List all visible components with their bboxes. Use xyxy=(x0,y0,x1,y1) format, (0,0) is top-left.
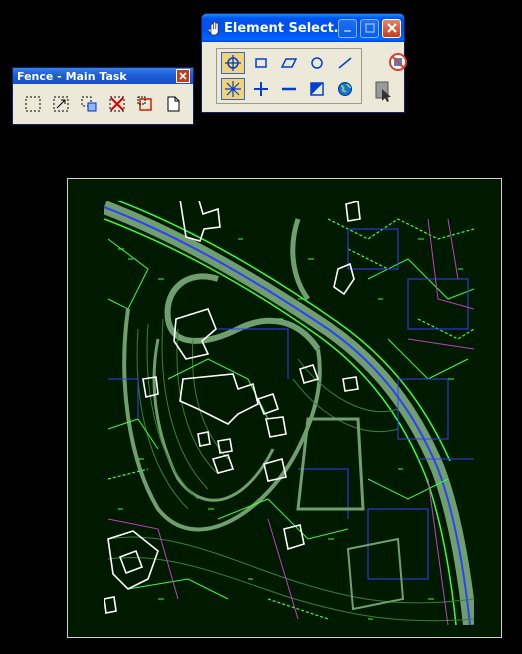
shape-mode-icon xyxy=(280,58,298,68)
selection-mode-group xyxy=(216,48,362,104)
hand-pointer-icon xyxy=(207,21,219,36)
selection-method-row xyxy=(219,77,359,101)
clear-selection-button[interactable] xyxy=(386,51,410,73)
add-to-selection-button[interactable] xyxy=(249,78,273,100)
fence-toolbox-title: Fence - Main Task xyxy=(17,69,127,83)
invert-selection-button[interactable] xyxy=(305,78,329,100)
pointer-button[interactable] xyxy=(372,81,396,103)
place-fence-icon xyxy=(25,96,41,112)
modify-fence-icon xyxy=(53,96,69,112)
drop-fence-button[interactable] xyxy=(133,93,157,115)
element-selection-title: Element Select… xyxy=(224,20,338,36)
circle-mode-icon xyxy=(311,57,323,69)
fence-tool-row xyxy=(13,84,193,116)
element-selection-body xyxy=(202,42,423,104)
select-element-icon xyxy=(225,55,241,71)
clear-selection-icon xyxy=(389,53,407,71)
file-fence-button[interactable] xyxy=(161,93,185,115)
pointer-row xyxy=(370,80,426,104)
rectangle-mode-button[interactable] xyxy=(249,52,273,74)
chevron-down-icon xyxy=(413,89,423,95)
subtract-from-selection-icon xyxy=(282,87,296,91)
drop-fence-icon xyxy=(137,96,152,111)
element-selection-toolbox: Element Select… xyxy=(201,13,423,113)
drawing-view[interactable] xyxy=(67,178,502,638)
delete-fence-button[interactable] xyxy=(105,93,129,115)
close-icon xyxy=(179,72,187,80)
shape-mode-button[interactable] xyxy=(277,52,301,74)
fence-toolbox-close-button[interactable] xyxy=(176,69,190,83)
cad-map-drawing xyxy=(104,201,474,625)
fence-toolbox: Fence - Main Task xyxy=(12,67,194,125)
modify-fence-button[interactable] xyxy=(49,93,73,115)
pointer-icon xyxy=(375,81,391,102)
manipulate-fence-icon xyxy=(81,96,97,112)
shape-mode-row xyxy=(219,51,359,75)
fence-toolbox-titlebar[interactable]: Fence - Main Task xyxy=(13,68,193,84)
file-fence-icon xyxy=(167,96,180,112)
line-mode-button[interactable] xyxy=(333,52,357,74)
subtract-from-selection-button[interactable] xyxy=(277,78,301,100)
select-all-icon xyxy=(338,82,352,96)
line-mode-icon xyxy=(338,57,352,69)
selection-extra-tools xyxy=(370,48,426,104)
delete-fence-icon xyxy=(109,96,125,112)
close-button[interactable] xyxy=(382,18,401,38)
close-icon xyxy=(386,23,397,33)
place-fence-button[interactable] xyxy=(21,93,45,115)
new-selection-icon xyxy=(225,81,241,97)
select-element-button[interactable] xyxy=(221,52,245,74)
invert-selection-icon xyxy=(310,82,324,96)
maximize-icon xyxy=(364,23,375,33)
select-all-button[interactable] xyxy=(333,78,357,100)
new-selection-button[interactable] xyxy=(221,78,245,100)
maximize-button[interactable] xyxy=(360,18,379,38)
map-linework xyxy=(104,201,474,625)
minimize-button[interactable] xyxy=(338,18,357,38)
manipulate-fence-button[interactable] xyxy=(77,93,101,115)
more-tools-dropdown[interactable] xyxy=(412,81,424,103)
add-to-selection-icon xyxy=(254,82,268,96)
element-selection-titlebar[interactable]: Element Select… xyxy=(202,14,404,42)
minimize-icon xyxy=(344,29,351,32)
rectangle-mode-icon xyxy=(255,58,267,68)
building-footprints xyxy=(104,201,361,614)
circle-mode-button[interactable] xyxy=(305,52,329,74)
